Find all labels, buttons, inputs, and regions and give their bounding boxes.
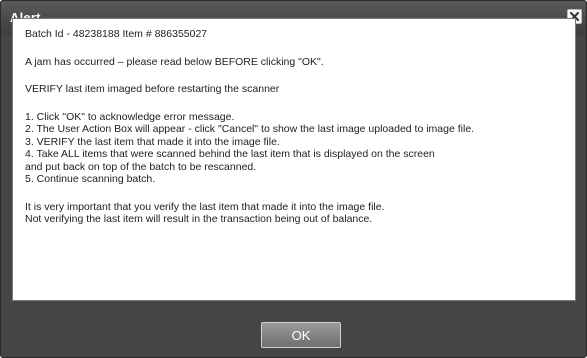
- step-4-continued: and put back on top of the batch to be r…: [25, 160, 257, 173]
- jam-warning: A jam has occurred – please read below B…: [25, 55, 324, 68]
- batch-info: Batch Id - 48238188 Item # 886355027: [25, 28, 208, 40]
- dialog-footer: OK: [1, 306, 586, 357]
- alert-dialog: Alert Batch Id - 48238188 Item # 8863550…: [0, 0, 587, 358]
- verify-instruction: VERIFY last item imaged before restartin…: [25, 83, 280, 95]
- step-2: 2. The User Action Box will appear - cli…: [25, 123, 475, 135]
- step-3: 3. VERIFY the last item that made it int…: [25, 135, 280, 148]
- ok-button[interactable]: OK: [261, 322, 341, 348]
- step-5: 5. Continue scanning batch.: [25, 173, 156, 185]
- step-1: 1. Click "OK" to acknowledge error messa…: [25, 110, 235, 123]
- balance-warning: Not verifying the last item will result …: [25, 213, 373, 225]
- message-content: Batch Id - 48238188 Item # 886355027 A j…: [12, 18, 576, 301]
- important-note: It is very important that you verify the…: [25, 200, 385, 213]
- step-4: 4. Take ALL items that were scanned behi…: [25, 148, 435, 160]
